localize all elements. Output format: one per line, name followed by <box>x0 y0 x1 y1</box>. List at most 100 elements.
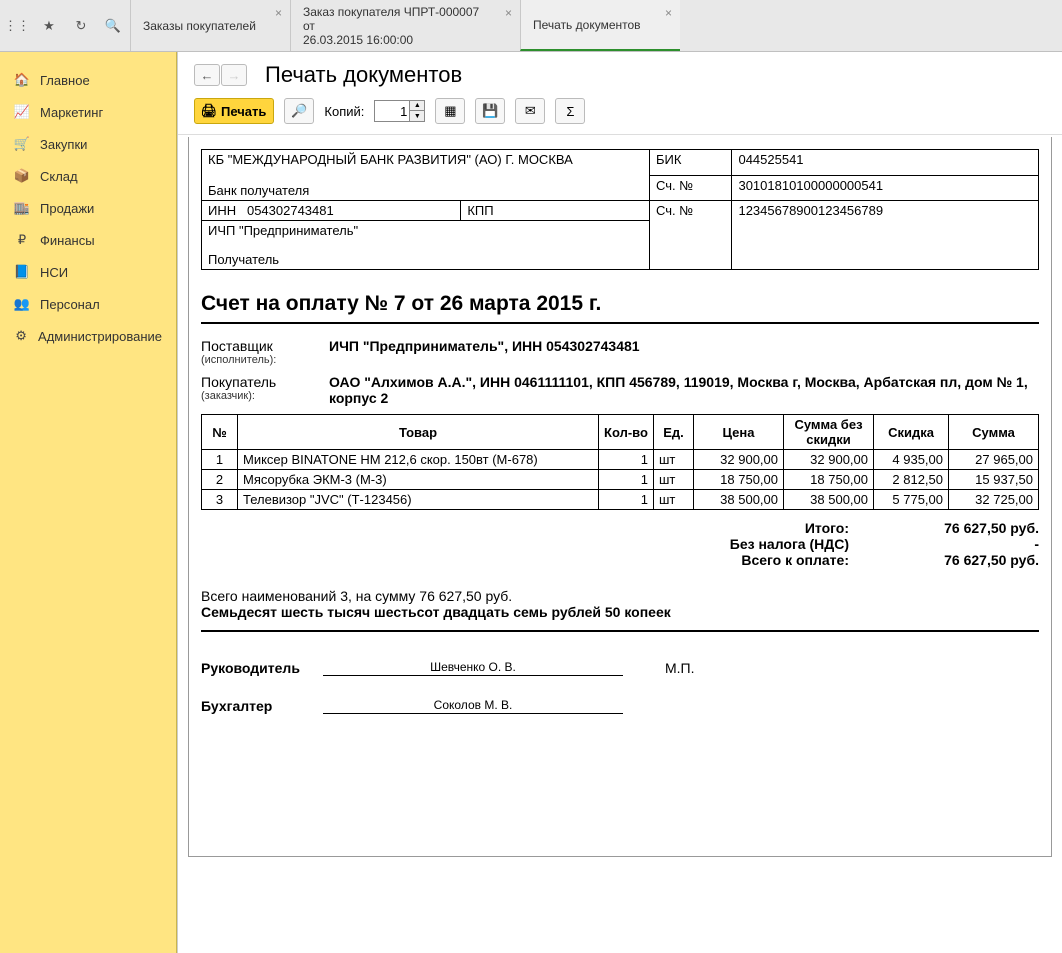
history-icon[interactable]: ↻ <box>70 15 92 37</box>
copies-input[interactable] <box>375 101 409 121</box>
tab-label: Заказ покупателя ЧПРТ-000007 от <box>303 5 492 33</box>
items-table: № Товар Кол-во Ед. Цена Сумма без скидки… <box>201 414 1039 510</box>
sidebar-item-label: НСИ <box>40 265 68 280</box>
table-row: 1 Миксер BINATONE HM 212,6 скор. 150вт (… <box>202 450 1039 470</box>
tab-print-docs[interactable]: Печать документов × <box>520 0 680 51</box>
corr-acc-label: Сч. № <box>656 178 693 193</box>
forward-button[interactable]: → <box>221 64 247 86</box>
sidebar-item-main[interactable]: 🏠Главное <box>0 64 176 96</box>
sidebar-item-personnel[interactable]: 👥Персонал <box>0 288 176 320</box>
summary-line: Всего наименований 3, на сумму 76 627,50… <box>201 588 1039 604</box>
supplier-sub: (исполнитель): <box>201 354 311 366</box>
cell-qty: 1 <box>599 470 654 490</box>
cell-price: 38 500,00 <box>694 490 784 510</box>
cell-unit: шт <box>654 470 694 490</box>
star-icon[interactable]: ★ <box>38 15 60 37</box>
bank-name: КБ "МЕЖДУНАРОДНЫЙ БАНК РАЗВИТИЯ" (АО) Г.… <box>208 152 643 167</box>
totals: Итого:76 627,50 руб. Без налога (НДС)- В… <box>201 520 1039 568</box>
recipient-name: ИЧП "Предприниматель" <box>208 223 643 238</box>
sidebar-item-label: Продажи <box>40 201 94 216</box>
sidebar-item-warehouse[interactable]: 📦Склад <box>0 160 176 192</box>
vat-label: Без налога (НДС) <box>201 536 879 552</box>
cell-unit: шт <box>654 490 694 510</box>
cell-price: 32 900,00 <box>694 450 784 470</box>
step-up-icon[interactable]: ▲ <box>410 101 424 111</box>
bik-value: 044525541 <box>738 152 803 167</box>
store-icon: 🏬 <box>14 200 30 216</box>
corr-acc-value: 30101810100000000541 <box>738 178 883 193</box>
divider <box>201 630 1039 632</box>
cell-name: Телевизор "JVC" (Т-123456) <box>238 490 599 510</box>
sidebar-item-sales[interactable]: 🏬 Продажи <box>0 192 176 224</box>
step-down-icon[interactable]: ▼ <box>410 111 424 121</box>
payer-acc-label: Сч. № <box>656 203 693 218</box>
back-button[interactable]: ← <box>194 64 220 86</box>
buyer-sub: (заказчик): <box>201 390 311 402</box>
acc-name: Соколов М. В. <box>323 698 623 714</box>
sidebar-item-label: Персонал <box>40 297 100 312</box>
cell-unit: шт <box>654 450 694 470</box>
table-icon: ▦ <box>443 104 457 118</box>
sidebar-item-label: Администрирование <box>38 329 162 344</box>
sidebar-item-label: Маркетинг <box>40 105 103 120</box>
cell-n: 3 <box>202 490 238 510</box>
cell-name: Миксер BINATONE HM 212,6 скор. 150вт (М-… <box>238 450 599 470</box>
table-row: 3 Телевизор "JVC" (Т-123456) 1 шт 38 500… <box>202 490 1039 510</box>
table-row: 2 Мясорубка ЭКМ-3 (М-3) 1 шт 18 750,00 1… <box>202 470 1039 490</box>
tabs: Заказы покупателей × Заказ покупателя ЧП… <box>130 0 680 51</box>
sidebar-item-finance[interactable]: ₽Финансы <box>0 224 176 256</box>
page-title: Печать документов <box>265 62 462 88</box>
total-label: Всего к оплате: <box>201 552 879 568</box>
cell-sum-nod: 18 750,00 <box>784 470 874 490</box>
close-icon[interactable]: × <box>275 6 282 20</box>
save-button[interactable]: 💾 <box>475 98 505 124</box>
sigma-icon: Σ <box>563 104 577 118</box>
cell-price: 18 750,00 <box>694 470 784 490</box>
sidebar-item-purchases[interactable]: 🛒Закупки <box>0 128 176 160</box>
mail-icon: ✉ <box>523 104 537 118</box>
search-icon[interactable]: 🔍 <box>102 15 124 37</box>
menu-icon[interactable]: ⋮⋮ <box>6 15 28 37</box>
print-button[interactable]: 🖨Печать <box>194 98 274 124</box>
sum-button[interactable]: Σ <box>555 98 585 124</box>
content: ← → Печать документов 🖨Печать 🔎 Копий: ▲… <box>177 52 1062 953</box>
export-button[interactable]: ▦ <box>435 98 465 124</box>
sidebar-item-marketing[interactable]: 📈 Маркетинг <box>0 96 176 128</box>
divider <box>201 322 1039 324</box>
invoice-title: Счет на оплату № 7 от 26 марта 2015 г. <box>201 292 1039 316</box>
col-sum-nod: Сумма без скидки <box>784 415 874 450</box>
topbar-icons: ⋮⋮ ★ ↻ 🔍 <box>0 0 130 51</box>
chart-icon: 📈 <box>14 104 30 120</box>
cell-n: 1 <box>202 450 238 470</box>
close-icon[interactable]: × <box>665 6 672 20</box>
col-qty: Кол-во <box>599 415 654 450</box>
floppy-icon: 💾 <box>483 104 497 118</box>
box-icon: 📦 <box>14 168 30 184</box>
sidebar-item-label: Закупки <box>40 137 87 152</box>
copies-stepper[interactable]: ▲▼ <box>374 100 425 122</box>
topbar: ⋮⋮ ★ ↻ 🔍 Заказы покупателей × Заказ поку… <box>0 0 1062 52</box>
col-sum: Сумма <box>949 415 1039 450</box>
tab-label2: 26.03.2015 16:00:00 <box>303 33 492 47</box>
bank-table: КБ "МЕЖДУНАРОДНЫЙ БАНК РАЗВИТИЯ" (АО) Г.… <box>201 149 1039 270</box>
payer-acc-value: 12345678900123456789 <box>738 203 883 218</box>
tab-order-detail[interactable]: Заказ покупателя ЧПРТ-000007 от 26.03.20… <box>290 0 520 51</box>
itogo-label: Итого: <box>201 520 879 536</box>
email-button[interactable]: ✉ <box>515 98 545 124</box>
print-label: Печать <box>221 104 266 119</box>
recipient-label: Получатель <box>208 252 643 267</box>
sidebar-item-admin[interactable]: ⚙Администрирование <box>0 320 176 352</box>
preview-button[interactable]: 🔎 <box>284 98 314 124</box>
sidebar-item-nsi[interactable]: 📘 НСИ <box>0 256 176 288</box>
cell-sum: 15 937,50 <box>949 470 1039 490</box>
tab-label: Заказы покупателей <box>143 19 262 33</box>
close-icon[interactable]: × <box>505 6 512 20</box>
buyer-label: Покупатель <box>201 374 311 390</box>
tab-orders[interactable]: Заказы покупателей × <box>130 0 290 51</box>
summary-words: Семьдесят шесть тысяч шестьсот двадцать … <box>201 604 1039 620</box>
book-icon: 📘 <box>14 264 30 280</box>
buyer-value: ОАО "Алхимов А.А.", ИНН 0461111101, КПП … <box>329 374 1039 406</box>
coin-icon: ₽ <box>14 232 30 248</box>
cell-sum-nod: 38 500,00 <box>784 490 874 510</box>
col-name: Товар <box>238 415 599 450</box>
